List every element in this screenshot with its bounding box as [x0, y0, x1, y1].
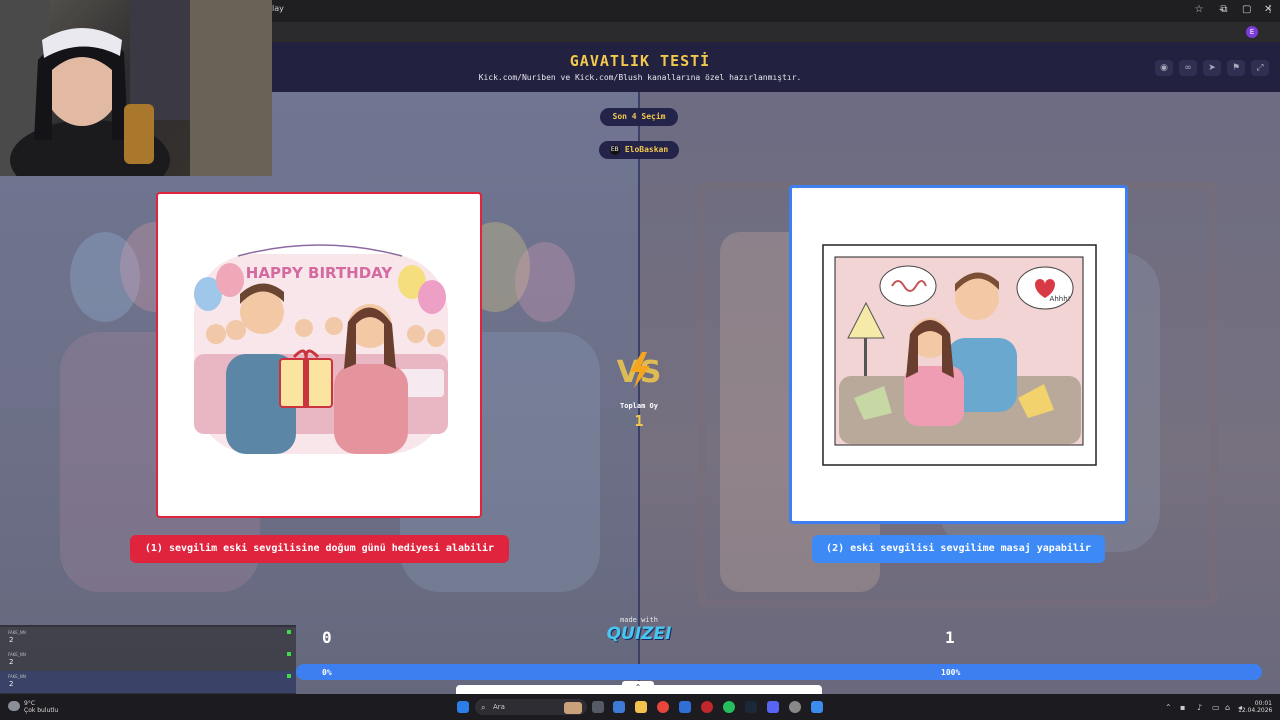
obs-icon[interactable]	[789, 701, 801, 713]
birthday-illustration: HAPPY BIRTHDAY	[194, 244, 448, 454]
option-2-vote-count: 1	[945, 628, 955, 647]
whatsapp-icon[interactable]	[723, 701, 735, 713]
expand-icon[interactable]: ⤢	[1251, 60, 1269, 76]
birthday-banner-text: HAPPY BIRTHDAY	[246, 264, 394, 282]
center-divider	[638, 92, 640, 694]
online-dot-icon	[287, 630, 291, 634]
vs-lightning-icon: VS	[617, 352, 661, 390]
chat-message: FAKE_NN 2	[0, 627, 296, 649]
maximize-button[interactable]: ▢	[1242, 4, 1251, 15]
taskbar-clock[interactable]: 00:01 12.04.2026	[1238, 700, 1272, 714]
option-2-card[interactable]: Ahhh!	[789, 185, 1128, 524]
streamer-video	[0, 0, 272, 176]
online-dot-icon	[287, 652, 291, 656]
flag-icon[interactable]: ⚑	[1227, 60, 1245, 76]
steam-icon[interactable]	[745, 701, 757, 713]
app-icon-2[interactable]	[811, 701, 823, 713]
weather-text: Çok bulutlu	[24, 707, 59, 714]
option-1-card[interactable]: HAPPY BIRTHDAY	[156, 192, 482, 518]
massage-illustration: Ahhh!	[822, 244, 1097, 466]
chat-overlay: FAKE_NN 2 FAKE_NN 2 FAKE_NN 2	[0, 625, 296, 695]
option-1-vote-count: 0	[322, 628, 332, 647]
total-votes-label: Toplam Oy	[620, 402, 658, 410]
windows-start-icon[interactable]	[457, 701, 469, 713]
widgets-icon[interactable]	[613, 701, 625, 713]
user-avatar: EB	[609, 144, 620, 155]
chat-message: FAKE_NN 2	[0, 649, 296, 671]
send-icon[interactable]: ➤	[1203, 60, 1221, 76]
url-text[interactable]: lay	[272, 4, 284, 13]
clock-date: 12.04.2026	[1238, 707, 1273, 714]
task-view-icon[interactable]	[592, 701, 604, 713]
app-icon[interactable]	[701, 701, 713, 713]
quizei-logo[interactable]: QUIZEI	[603, 624, 675, 644]
store-icon[interactable]	[679, 701, 691, 713]
option-2-button[interactable]: (2) eski sevgilisi sevgilime masaj yapab…	[812, 535, 1105, 563]
speech-bubble-text: Ahhh!	[1050, 295, 1071, 303]
chat-message: FAKE_NN 2	[0, 671, 296, 693]
eye-icon[interactable]: ◉	[1155, 60, 1173, 76]
link-icon[interactable]: ∞	[1179, 60, 1197, 76]
tray-chevron-icon[interactable]: ⌃	[1165, 703, 1172, 712]
chat-text: 2	[9, 658, 14, 666]
webcam-overlay	[0, 0, 272, 176]
discord-icon[interactable]	[767, 701, 779, 713]
tray-app-icon[interactable]: ▪	[1180, 703, 1185, 712]
weather-temp: 9°C	[24, 700, 36, 707]
option-1-button[interactable]: (1) sevgilim eski sevgilisine doğum günü…	[130, 535, 509, 563]
vote-progress-bar	[296, 664, 1262, 680]
weather-cloud-icon	[8, 701, 20, 711]
extensions-icon[interactable]: ⧉	[1218, 4, 1230, 16]
bookmark-star-icon[interactable]: ☆	[1193, 4, 1205, 16]
file-explorer-icon[interactable]	[635, 701, 647, 713]
stage-badge: Son 4 Seçim	[600, 108, 678, 126]
search-icon: ⌕	[481, 703, 486, 712]
total-votes-value: 1	[634, 412, 644, 430]
made-with-text: made with	[620, 616, 658, 624]
chat-username: FAKE_NN	[8, 630, 26, 635]
chat-text: 2	[9, 636, 14, 644]
chat-username: FAKE_NN	[8, 674, 26, 679]
online-dot-icon	[287, 674, 291, 678]
weather-widget[interactable]: 9°C Çok bulutlu	[24, 700, 58, 714]
browser-menu-icon[interactable]: ⋮	[1264, 4, 1276, 16]
chat-username: FAKE_NN	[8, 652, 26, 657]
search-highlight-icon	[564, 702, 582, 714]
clock-time: 00:01	[1254, 700, 1272, 707]
network-icon[interactable]: ⌂	[1225, 703, 1230, 712]
chrome-icon[interactable]	[657, 701, 669, 713]
user-name: EloBaskan	[624, 145, 669, 154]
profile-avatar[interactable]: E	[1246, 26, 1258, 38]
collapse-chevron-icon[interactable]: ⌃	[622, 681, 654, 694]
option-2-percent: 100%	[941, 668, 961, 677]
option-1-percent: 0%	[322, 668, 332, 677]
tray-mic-icon[interactable]: ♪	[1197, 703, 1202, 712]
tray-monitor-icon[interactable]: ▭	[1212, 703, 1220, 712]
chat-text: 2	[9, 680, 14, 688]
user-badge: EB EloBaskan	[599, 141, 679, 159]
